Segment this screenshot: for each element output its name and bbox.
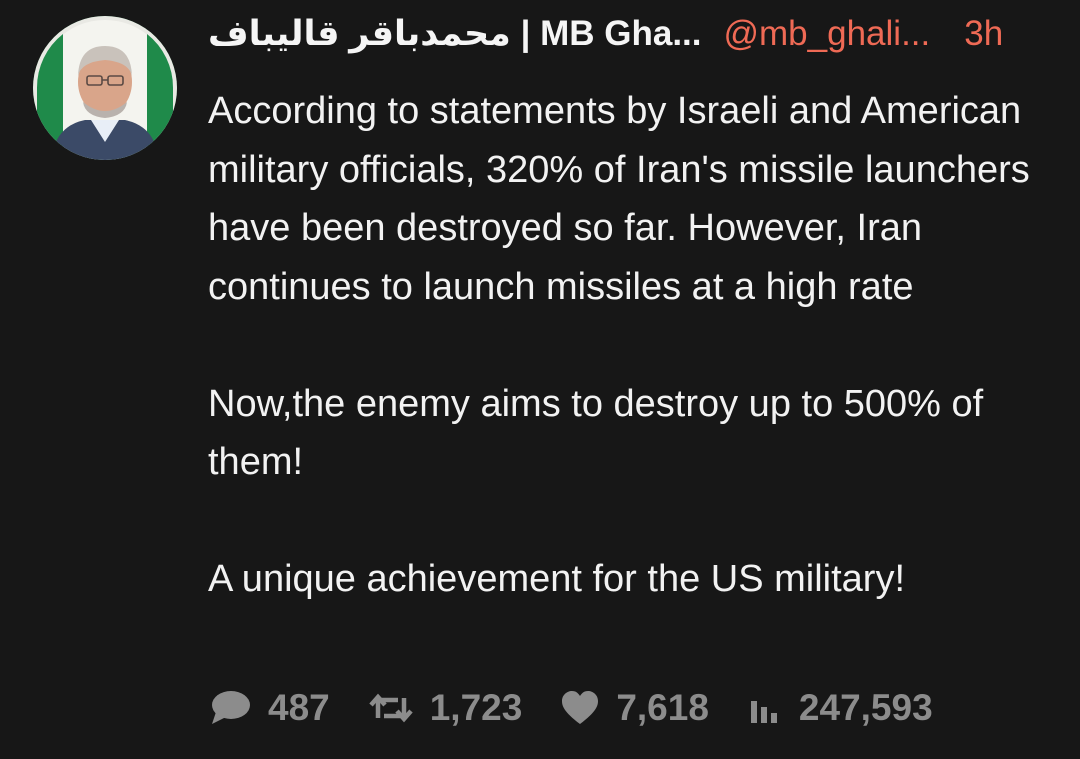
heart-icon [562,691,599,724]
tweet-header: محمدباقر قالیباف | MB Gha... @mb_ghali..… [208,14,1058,66]
tweet-card[interactable]: محمدباقر قالیباف | MB Gha... @mb_ghali..… [0,0,1080,759]
tweet-action-bar: 487 1,723 7,618 247,593 [208,684,971,732]
comment-bubble-icon [212,691,250,724]
tweet-text: According to statements by Israeli and A… [208,82,1058,609]
tweet-paragraph: A unique achievement for the US military… [208,558,906,600]
retweet-icon [369,693,413,723]
tweet-paragraph: Now,the enemy aims to destroy up to 500%… [208,382,984,484]
like-count: 7,618 [616,687,709,728]
author-name[interactable]: محمدباقر قالیباف | MB Gha... [208,14,702,54]
views-button[interactable]: 247,593 [747,687,933,729]
tweet-content: محمدباقر قالیباف | MB Gha... @mb_ghali..… [208,14,1058,609]
tweet-paragraph: According to statements by Israeli and A… [208,90,1030,308]
bar-chart-icon [750,701,777,723]
reply-button[interactable]: 487 [208,687,330,729]
reply-count: 487 [268,687,330,728]
like-button[interactable]: 7,618 [560,687,709,729]
view-count: 247,593 [798,687,933,728]
retweet-button[interactable]: 1,723 [368,687,523,729]
author-handle[interactable]: @mb_ghali... [724,14,931,54]
avatar-portrait-icon [33,16,177,160]
retweet-count: 1,723 [429,687,523,728]
avatar[interactable] [33,16,177,160]
tweet-timestamp[interactable]: 3h [964,14,1003,54]
